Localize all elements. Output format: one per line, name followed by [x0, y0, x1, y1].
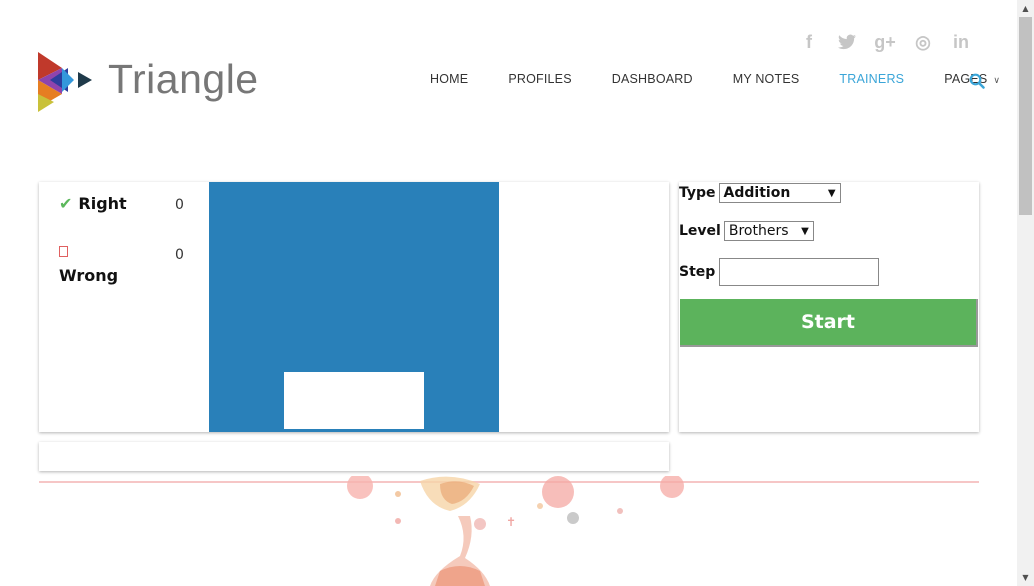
google-plus-icon[interactable]: g+ — [866, 30, 904, 54]
level-row: Level Brothers ▼ — [679, 221, 814, 241]
scroll-up-arrow-icon[interactable]: ▲ — [1017, 0, 1034, 17]
social-links: f g+ ◎ in — [790, 30, 980, 54]
wrong-count: 0 — [175, 247, 184, 263]
type-value: Addition — [723, 185, 791, 201]
image-placeholder-icon — [59, 246, 68, 257]
nav-my-notes[interactable]: MY NOTES — [713, 72, 820, 86]
game-panel: ✔ Right 0 Wrong 0 — [39, 182, 669, 432]
main-nav: HOME PROFILES DASHBOARD MY NOTES TRAINER… — [410, 72, 1020, 86]
question-board — [209, 182, 499, 432]
scroll-thumb[interactable] — [1019, 17, 1032, 215]
svg-text:✝: ✝ — [506, 515, 516, 529]
chevron-down-icon: ∨ — [993, 75, 1001, 85]
step-input[interactable] — [719, 258, 880, 286]
start-button[interactable]: Start — [680, 299, 978, 347]
type-row: Type Addition ▼ — [679, 183, 841, 203]
settings-panel: Type Addition ▼ Level Brothers ▼ Step St… — [679, 182, 979, 432]
level-select[interactable]: Brothers ▼ — [723, 221, 814, 241]
level-value: Brothers — [728, 223, 789, 239]
linkedin-icon[interactable]: in — [942, 30, 980, 54]
dropdown-arrow-icon: ▼ — [801, 225, 809, 237]
page-scrollbar[interactable]: ▲ ▼ — [1017, 0, 1034, 586]
level-label: Level — [679, 223, 721, 239]
step-label: Step — [679, 264, 716, 280]
wrong-label: Wrong — [59, 266, 119, 285]
brand-name: Triangle — [108, 56, 259, 102]
nav-profiles[interactable]: PROFILES — [488, 72, 591, 86]
triangle-logo-icon — [38, 52, 92, 112]
scroll-down-arrow-icon[interactable]: ▼ — [1017, 569, 1034, 586]
nav-home[interactable]: HOME — [410, 72, 488, 86]
right-score-label: ✔ Right — [59, 194, 127, 213]
type-select[interactable]: Addition ▼ — [718, 183, 841, 203]
dribbble-icon[interactable]: ◎ — [904, 30, 942, 54]
answer-box[interactable] — [284, 372, 424, 429]
facebook-icon[interactable]: f — [790, 30, 828, 54]
step-row: Step — [679, 258, 880, 286]
search-icon[interactable] — [969, 73, 985, 89]
right-label: Right — [78, 194, 127, 213]
twitter-icon[interactable] — [828, 30, 866, 54]
right-count: 0 — [175, 197, 184, 213]
dropdown-arrow-icon: ▼ — [827, 187, 836, 199]
type-label: Type — [679, 185, 716, 201]
check-icon: ✔ — [59, 194, 73, 213]
answer-history-panel — [39, 442, 669, 471]
nav-trainers[interactable]: TRAINERS — [819, 72, 924, 86]
brand-logo[interactable]: Triangle — [38, 50, 258, 114]
decorative-illustration: ✝ — [347, 476, 684, 586]
nav-dashboard[interactable]: DASHBOARD — [592, 72, 713, 86]
